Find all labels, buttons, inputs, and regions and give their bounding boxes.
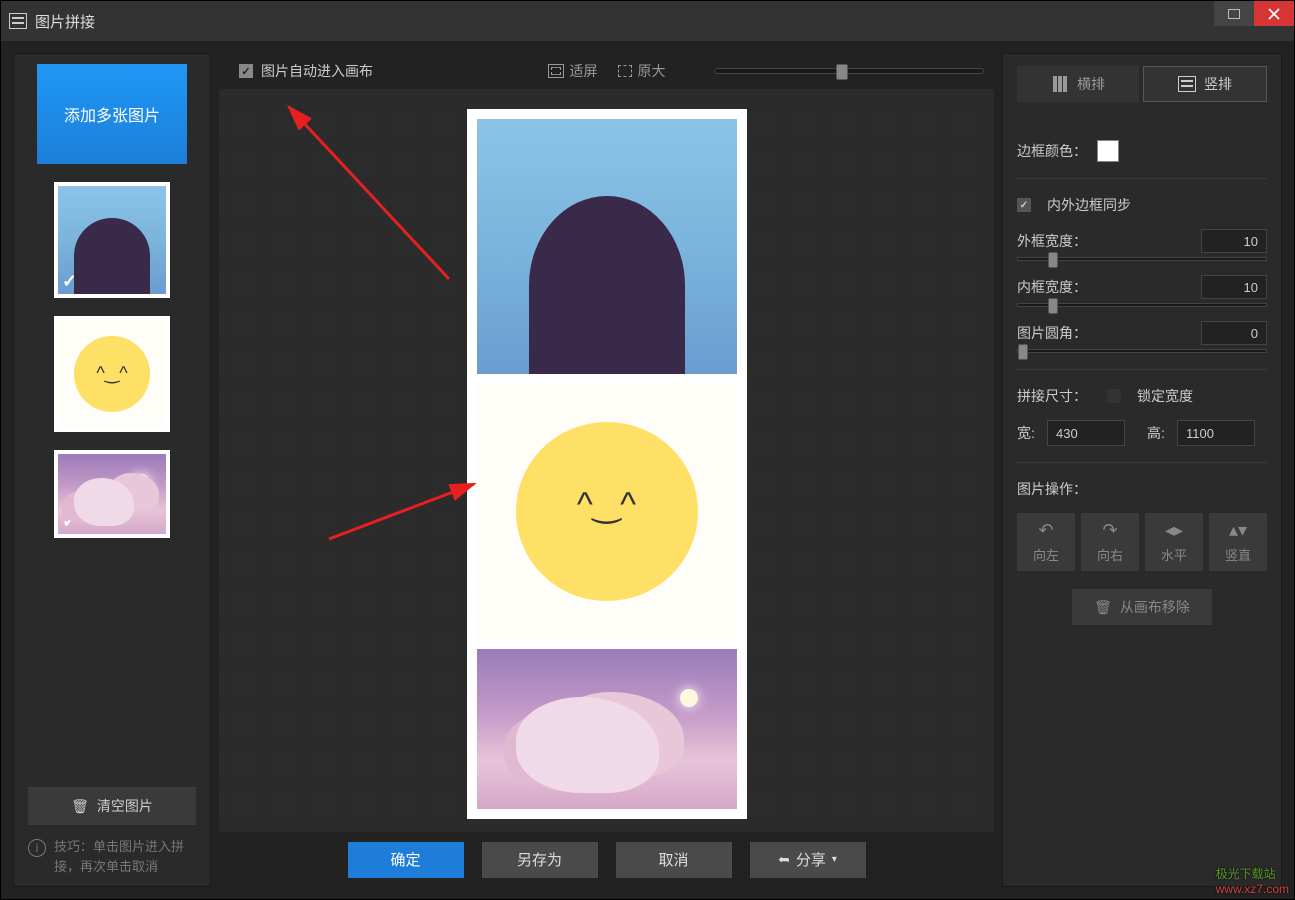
- watermark: 极光下载站 www.xz7.com: [1216, 865, 1289, 896]
- remove-from-canvas-button[interactable]: 🗑 从画布移除: [1072, 589, 1212, 625]
- rotate-left-button[interactable]: ↶向左: [1017, 513, 1075, 571]
- fit-icon: [548, 64, 564, 78]
- maximize-button[interactable]: [1214, 1, 1254, 26]
- rotate-left-icon: ↶: [1038, 520, 1053, 541]
- radius-slider[interactable]: [1017, 349, 1267, 353]
- original-size-button[interactable]: 原大: [618, 61, 666, 81]
- ok-button[interactable]: 确定: [348, 842, 464, 878]
- layout-vertical-tab[interactable]: 竖排: [1143, 66, 1267, 102]
- original-icon: [618, 65, 632, 77]
- close-button[interactable]: [1254, 1, 1294, 26]
- columns-icon: [1051, 76, 1069, 92]
- layout-horizontal-tab[interactable]: 横排: [1017, 66, 1139, 102]
- tip-text: 技巧：单击图片进入拼接，再次单击取消: [54, 837, 196, 876]
- stitch-size-label: 拼接尺寸：: [1017, 386, 1087, 406]
- border-color-swatch[interactable]: [1097, 140, 1119, 162]
- canvas-toolbar: ✓ 图片自动进入画布 适屏 原大: [219, 53, 994, 89]
- rotate-right-button[interactable]: ↷向右: [1081, 513, 1139, 571]
- thumbnail-3[interactable]: ✓: [54, 450, 170, 538]
- bottom-bar: 确定 另存为 取消 ➦ 分享 ▾: [219, 832, 994, 887]
- fit-screen-button[interactable]: 适屏: [548, 61, 598, 81]
- trash-icon: 🗑: [1094, 599, 1112, 616]
- thumbnail-1[interactable]: ✓: [54, 182, 170, 298]
- check-icon: ✓: [62, 271, 77, 292]
- info-icon: i: [28, 839, 46, 857]
- border-color-label: 边框颜色：: [1017, 141, 1087, 161]
- inner-width-label: 内框宽度：: [1017, 277, 1093, 297]
- sync-border-label: 内外边框同步: [1047, 195, 1131, 215]
- inner-width-input[interactable]: [1201, 275, 1267, 299]
- clear-images-button[interactable]: 🗑 清空图片: [28, 787, 196, 825]
- canvas-image-1[interactable]: [477, 119, 737, 374]
- canvas-image-3[interactable]: [477, 649, 737, 809]
- check-icon: ✓: [62, 405, 77, 426]
- radius-input[interactable]: [1201, 321, 1267, 345]
- rows-icon: [1178, 76, 1196, 92]
- right-panel: 横排 竖排 边框颜色： ✓ 内外边框同步 外框宽度：: [1002, 53, 1282, 887]
- window-title: 图片拼接: [35, 11, 95, 32]
- share-icon: ➦: [778, 851, 790, 868]
- check-icon: ✓: [62, 511, 77, 532]
- outer-width-slider[interactable]: [1017, 257, 1267, 261]
- flip-v-icon: ▴▾: [1229, 520, 1247, 541]
- width-input[interactable]: [1047, 420, 1125, 446]
- chevron-down-icon: ▾: [832, 854, 837, 865]
- inner-width-slider[interactable]: [1017, 303, 1267, 307]
- height-label: 高:: [1147, 423, 1171, 443]
- auto-canvas-checkbox[interactable]: ✓: [239, 64, 253, 78]
- app-icon: [9, 13, 27, 29]
- thumbnail-2[interactable]: ✓: [54, 316, 170, 432]
- lock-width-label: 锁定宽度: [1137, 386, 1193, 406]
- annotation-arrow-2: [309, 349, 489, 549]
- outer-width-label: 外框宽度：: [1017, 231, 1093, 251]
- canvas-area[interactable]: [219, 89, 994, 832]
- flip-h-icon: ◂▸: [1165, 520, 1183, 541]
- height-input[interactable]: [1177, 420, 1255, 446]
- canvas-image-2[interactable]: [477, 384, 737, 639]
- width-label: 宽:: [1017, 423, 1041, 443]
- lock-width-checkbox[interactable]: [1107, 389, 1121, 403]
- radius-label: 图片圆角：: [1017, 323, 1093, 343]
- add-images-button[interactable]: 添加多张图片: [37, 64, 187, 164]
- zoom-slider[interactable]: [714, 68, 984, 74]
- left-panel: 添加多张图片 ✓ ✓ ✓ 🗑 清空图片 i 技巧：单击图片进入拼接，再次单: [13, 53, 211, 887]
- canvas-frame: [467, 109, 747, 819]
- flip-vertical-button[interactable]: ▴▾竖直: [1209, 513, 1267, 571]
- cancel-button[interactable]: 取消: [616, 842, 732, 878]
- image-ops-label: 图片操作：: [1017, 479, 1267, 499]
- titlebar: 图片拼接: [1, 1, 1294, 41]
- share-button[interactable]: ➦ 分享 ▾: [750, 842, 866, 878]
- outer-width-input[interactable]: [1201, 229, 1267, 253]
- save-as-button[interactable]: 另存为: [482, 842, 598, 878]
- annotation-arrow-1: [249, 89, 469, 299]
- sync-border-checkbox[interactable]: ✓: [1017, 198, 1031, 212]
- flip-horizontal-button[interactable]: ◂▸水平: [1145, 513, 1203, 571]
- trash-icon: 🗑: [71, 798, 89, 815]
- auto-canvas-label: 图片自动进入画布: [261, 61, 373, 81]
- rotate-right-icon: ↷: [1102, 520, 1117, 541]
